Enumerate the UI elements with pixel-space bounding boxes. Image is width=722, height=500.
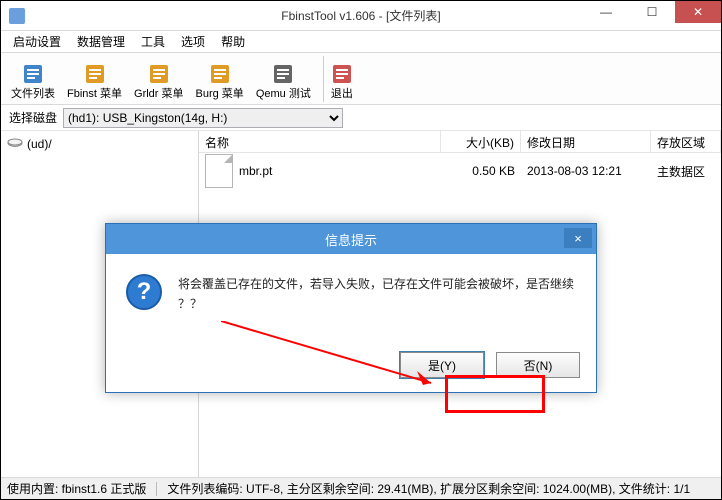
- toolbar: 文件列表 Fbinst 菜单 Grldr 菜单 Burg 菜单 Qemu 测试 退出: [1, 53, 721, 105]
- file-icon: [205, 154, 233, 188]
- status-right: 文件列表编码: UTF-8, 主分区剩余空间: 29.41(MB), 扩展分区剩…: [167, 480, 690, 497]
- col-name[interactable]: 名称: [199, 131, 441, 152]
- disk-selector-bar: 选择磁盘 (hd1): USB_Kingston(14g, H:): [1, 105, 721, 131]
- col-date[interactable]: 修改日期: [521, 131, 651, 152]
- col-zone[interactable]: 存放区域: [651, 131, 721, 152]
- disk-label: 选择磁盘: [9, 109, 57, 126]
- file-date: 2013-08-03 12:21: [521, 164, 651, 178]
- menu-bar: 启动设置数据管理工具选项帮助: [1, 31, 721, 53]
- fbinst-menu-icon: [83, 62, 107, 86]
- minimize-button[interactable]: —: [583, 1, 629, 23]
- drive-icon: [7, 137, 23, 151]
- yes-button[interactable]: 是(Y): [400, 352, 484, 378]
- grldr-menu-icon: [147, 62, 171, 86]
- grldr-menu-button[interactable]: Grldr 菜单: [130, 60, 188, 102]
- toolbar-button-label: Grldr 菜单: [134, 89, 184, 100]
- file-name: mbr.pt: [239, 164, 272, 178]
- toolbar-button-label: Fbinst 菜单: [67, 89, 122, 100]
- qemu-test-icon: [271, 62, 295, 86]
- menu-item[interactable]: 帮助: [213, 31, 253, 52]
- toolbar-group: 文件列表 Fbinst 菜单 Grldr 菜单 Burg 菜单 Qemu 测试: [7, 56, 324, 102]
- dialog-message: 将会覆盖已存在的文件，若导入失败，已存在文件可能会被破坏，是否继续 ？？: [178, 274, 576, 334]
- fbinst-menu-button[interactable]: Fbinst 菜单: [63, 60, 126, 102]
- no-button[interactable]: 否(N): [496, 352, 580, 378]
- confirm-dialog: 信息提示 × ? 将会覆盖已存在的文件，若导入失败，已存在文件可能会被破坏，是否…: [105, 223, 597, 393]
- toolbar-button-label: 文件列表: [11, 89, 55, 100]
- column-headers: 名称 大小(KB) 修改日期 存放区域: [199, 131, 721, 153]
- dialog-title: 信息提示: [325, 230, 377, 249]
- toolbar-button-label: Qemu 测试: [256, 89, 311, 100]
- col-size[interactable]: 大小(KB): [441, 131, 521, 152]
- menu-item[interactable]: 数据管理: [69, 31, 133, 52]
- exit-icon: [330, 62, 354, 86]
- burg-menu-icon: [208, 62, 232, 86]
- status-left: 使用内置: fbinst1.6 正式版: [7, 480, 146, 497]
- file-size: 0.50 KB: [441, 164, 521, 178]
- disk-select[interactable]: (hd1): USB_Kingston(14g, H:): [63, 108, 343, 128]
- tree-root-label: (ud)/: [27, 137, 52, 151]
- tree-root-node[interactable]: (ud)/: [5, 135, 194, 153]
- menu-item[interactable]: 工具: [133, 31, 173, 52]
- question-icon: ?: [126, 274, 162, 310]
- file-list-button[interactable]: 文件列表: [7, 60, 59, 102]
- maximize-button[interactable]: ☐: [629, 1, 675, 23]
- window-titlebar: FbinstTool v1.606 - [文件列表] — ☐ ✕: [1, 1, 721, 31]
- dialog-close-button[interactable]: ×: [564, 228, 592, 248]
- toolbar-button-label: 退出: [331, 89, 353, 100]
- dialog-buttons: 是(Y) 否(N): [106, 344, 596, 392]
- dialog-body: ? 将会覆盖已存在的文件，若导入失败，已存在文件可能会被破坏，是否继续 ？？: [106, 254, 596, 344]
- toolbar-button-label: Burg 菜单: [196, 89, 244, 100]
- menu-item[interactable]: 选项: [173, 31, 213, 52]
- burg-menu-button[interactable]: Burg 菜单: [192, 60, 248, 102]
- qemu-test-button[interactable]: Qemu 测试: [252, 60, 315, 102]
- window-controls: — ☐ ✕: [583, 1, 721, 23]
- file-zone: 主数据区: [651, 163, 721, 180]
- file-list-icon: [21, 62, 45, 86]
- dialog-titlebar: 信息提示 ×: [106, 224, 596, 254]
- toolbar-group: 退出: [326, 56, 366, 102]
- table-row[interactable]: mbr.pt 0.50 KB2013-08-03 12:21主数据区: [199, 153, 721, 189]
- menu-item[interactable]: 启动设置: [5, 31, 69, 52]
- exit-button[interactable]: 退出: [326, 60, 358, 102]
- close-button[interactable]: ✕: [675, 1, 721, 23]
- status-bar: 使用内置: fbinst1.6 正式版 文件列表编码: UTF-8, 主分区剩余…: [1, 477, 721, 499]
